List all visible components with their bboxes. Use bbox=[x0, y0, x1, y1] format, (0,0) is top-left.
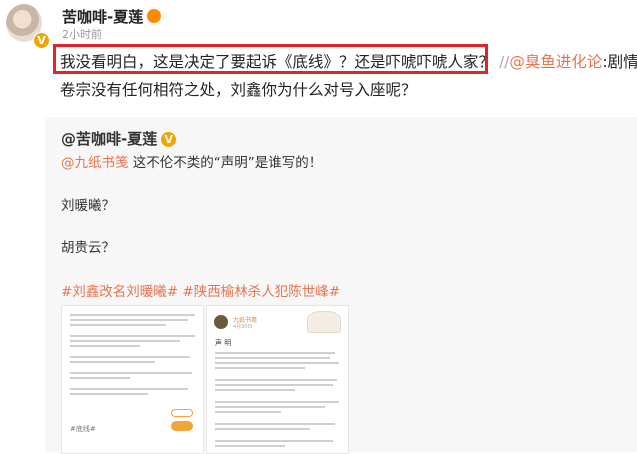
account-logo-icon bbox=[214, 315, 228, 329]
repost-text: @九纸书笺 这不伦不类的“声明”是谁写的！ bbox=[61, 151, 322, 171]
crown-icon bbox=[147, 9, 162, 23]
repost-text-body: 这不伦不类的“声明”是谁写的！ bbox=[128, 155, 323, 171]
highlight-box bbox=[53, 44, 488, 74]
repost-author-name[interactable]: @苦咖啡-夏莲 bbox=[61, 130, 157, 148]
verified-badge-icon: V bbox=[161, 132, 177, 147]
post-text-line2: 卷宗没有任何相符之处，刘鑫你为什么对号入座呢？ bbox=[60, 81, 417, 99]
author-name[interactable]: 苦咖啡-夏莲 bbox=[62, 8, 143, 26]
verified-badge-icon: V bbox=[33, 32, 50, 49]
repost-line-name1: 刘暖曦？ bbox=[61, 198, 115, 214]
thumb-tag: #底线# bbox=[70, 425, 96, 433]
cat-doodle-icon bbox=[307, 311, 341, 333]
thumb-button bbox=[171, 421, 193, 431]
thumb-button-outline bbox=[171, 409, 193, 417]
mention-link[interactable]: @臭鱼进化论 bbox=[509, 53, 602, 71]
repost-image-1[interactable]: #底线# bbox=[61, 305, 204, 454]
repost-line-name2: 胡贵云？ bbox=[61, 240, 115, 256]
post-author[interactable]: 苦咖啡-夏莲 bbox=[62, 6, 162, 27]
image2-heading: 声 明 bbox=[215, 339, 232, 347]
repost-separator: // bbox=[498, 53, 510, 71]
image2-date: 4月30日 bbox=[233, 324, 253, 330]
post-time[interactable]: 2小时前 bbox=[62, 26, 102, 42]
hashtag-links[interactable]: #刘鑫改名刘暖曦# #陕西榆林杀人犯陈世峰# bbox=[61, 280, 340, 300]
post-text-rest: :剧情和 bbox=[602, 53, 637, 71]
repost-mention-link[interactable]: @九纸书笺 bbox=[61, 155, 129, 171]
repost-author[interactable]: @苦咖啡-夏莲 V bbox=[61, 128, 177, 149]
repost-image-2[interactable]: 九纸书笺 4月30日 声 明 bbox=[206, 305, 349, 454]
